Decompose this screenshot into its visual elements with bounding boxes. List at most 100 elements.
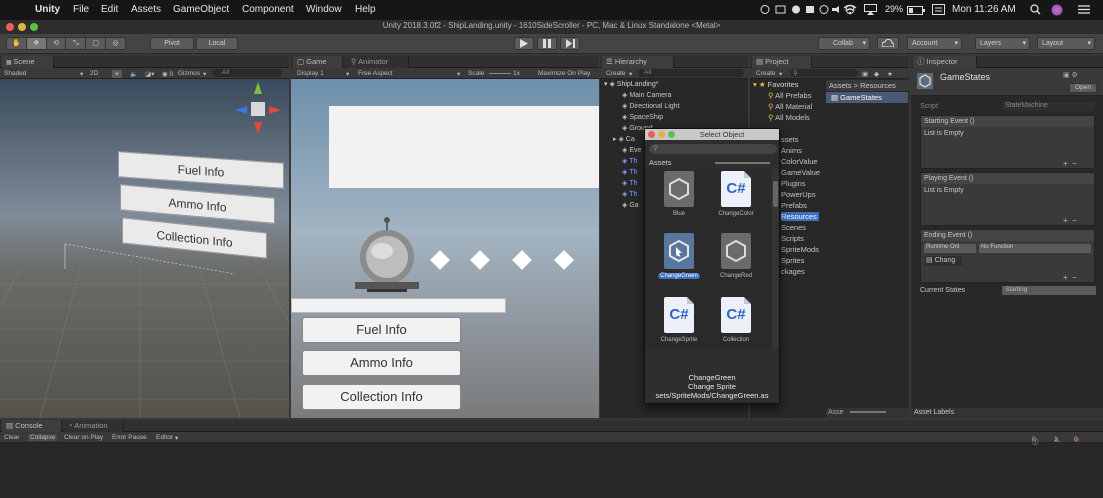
pivot-toggle[interactable]: Pivot [150, 37, 194, 50]
menu-app-name[interactable]: Unity [35, 4, 60, 15]
runtime-dropdown[interactable]: Runtime Onl [924, 244, 976, 253]
tab-animation[interactable]: ◔ Animation [64, 420, 124, 432]
console-clear-button[interactable]: Clear [4, 434, 20, 441]
tab-game[interactable]: ▢ Game [293, 56, 343, 68]
project-folder-selected[interactable]: Resources [781, 212, 819, 221]
asset-item-changered[interactable]: ChangeRed [711, 233, 761, 279]
dialog-search-input[interactable]: ⚲ [649, 144, 777, 154]
shading-mode-dropdown[interactable]: Shaded [4, 70, 26, 77]
console-editor-dropdown[interactable]: Editor [156, 434, 173, 441]
tab-inspector[interactable]: ⓘ Inspector [913, 56, 977, 68]
battery-icon[interactable] [907, 6, 925, 18]
assets-folder-header[interactable]: ssets [781, 135, 799, 144]
project-folder[interactable]: Plugins [781, 179, 806, 188]
open-button[interactable]: Open [1069, 83, 1097, 93]
tab-hierarchy[interactable]: ☰ Hierarchy [602, 56, 674, 68]
hierarchy-row[interactable]: ◈ Directional Light [622, 102, 680, 110]
asset-labels-bar[interactable]: Asset Labels [911, 408, 1103, 418]
pause-button[interactable] [537, 37, 557, 50]
lighting-toggle-icon[interactable]: ☀ [112, 70, 122, 78]
project-folder[interactable]: Scenes [781, 223, 806, 232]
scene-viewport[interactable]: Fuel Info Ammo Info Collection Info [0, 79, 289, 418]
project-search-input[interactable]: ⚲ [790, 69, 858, 77]
current-states-dropdown[interactable]: Starting [1002, 286, 1096, 295]
scene-expand-icon[interactable]: ▾ ◈ [604, 81, 617, 88]
menubar-list-icon[interactable] [932, 4, 945, 18]
starting-event-add-remove[interactable]: + − [1063, 159, 1077, 168]
hierarchy-row[interactable]: ◈ SpaceShip [622, 113, 663, 121]
gizmos-dropdown[interactable]: Gizmos [178, 70, 200, 77]
breadcrumb-resources[interactable]: Resources [860, 81, 896, 90]
project-folder[interactable]: Sprites [781, 256, 804, 265]
hierarchy-create-dropdown[interactable]: Create [606, 70, 626, 77]
rect-tool-icon[interactable]: ▢ [86, 38, 107, 49]
project-create-dropdown[interactable]: Create [756, 70, 776, 77]
dialog-section-assets[interactable]: Assets [649, 158, 672, 167]
search-by-type-icon[interactable]: ▣ [862, 70, 868, 78]
menu-gameobject[interactable]: GameObject [173, 4, 229, 15]
project-selected-asset[interactable]: ▤ GameStates [826, 92, 908, 103]
tab-project[interactable]: ▤ Project [752, 56, 812, 68]
aspect-dropdown[interactable]: Free Aspect [358, 70, 393, 77]
hand-tool-icon[interactable]: ✋ [7, 38, 27, 49]
2d-toggle[interactable]: 2D [90, 70, 98, 77]
menu-assets[interactable]: Assets [131, 4, 161, 15]
scene-search-input[interactable]: All [212, 69, 282, 77]
transform-tool-icon[interactable]: ◎ [106, 38, 125, 49]
favorite-item[interactable]: ⚲ All Material [768, 102, 812, 111]
hierarchy-row[interactable]: ◈ Th [622, 157, 637, 165]
game-fuel-info-button[interactable]: Fuel Info [302, 317, 461, 343]
menu-component[interactable]: Component [242, 4, 294, 15]
inspector-settings-icon[interactable]: ▣ ⚙ [1063, 71, 1078, 79]
hierarchy-row[interactable]: ◈ Main Camera [622, 91, 671, 99]
asset-item-changecolor[interactable]: C# ChangeColor [711, 171, 761, 217]
shading-chevron-icon[interactable]: ▾ [80, 70, 83, 78]
audio-toggle-icon[interactable]: 🔈 [130, 70, 138, 78]
game-viewport[interactable]: Fuel Info Ammo Info Collection Info [291, 79, 599, 418]
notification-center-icon[interactable] [1078, 4, 1090, 18]
hierarchy-row[interactable]: ◈ Ga [622, 201, 639, 209]
step-button[interactable] [560, 37, 580, 50]
tab-scene[interactable]: ▦ Scene [2, 56, 54, 68]
dialog-zoom-button[interactable] [668, 131, 675, 138]
spotlight-search-icon[interactable] [1030, 4, 1041, 18]
project-folder[interactable]: Anims [781, 146, 802, 155]
scale-tool-icon[interactable]: ⤡ [66, 38, 87, 49]
asset-item-blue[interactable]: Blue [654, 171, 704, 217]
project-folder[interactable]: PowerUps [781, 190, 816, 199]
cloud-button[interactable] [877, 37, 899, 50]
breadcrumb-assets[interactable]: Assets [829, 81, 852, 90]
dialog-scroll-thumb[interactable] [773, 181, 778, 207]
project-folder[interactable]: ckages [781, 267, 805, 276]
console-collapse-toggle[interactable]: Collapse [28, 434, 58, 441]
account-dropdown[interactable]: Account [907, 37, 962, 50]
game-collection-info-button[interactable]: Collection Info [302, 384, 461, 410]
menu-help[interactable]: Help [355, 4, 376, 15]
project-folder[interactable]: SpriteMods [781, 245, 819, 254]
asset-item-collection[interactable]: C# Collection [711, 297, 761, 343]
hierarchy-row[interactable]: ◈ Th [622, 168, 637, 176]
hierarchy-scene-root[interactable]: ▾ ◈ ShipLanding* [604, 80, 658, 88]
dialog-minimize-button[interactable] [658, 131, 665, 138]
ending-event-add-remove[interactable]: + − [1063, 273, 1077, 282]
rotate-tool-icon[interactable]: ⟲ [47, 38, 67, 49]
menubar-clock[interactable]: Mon 11:26 AM [952, 4, 1016, 15]
tab-animator[interactable]: ⚲ Animator [347, 56, 409, 68]
dialog-zoom-slider[interactable] [715, 162, 770, 164]
script-field-value[interactable]: StateMachine [1003, 102, 1095, 111]
menu-file[interactable]: File [73, 4, 89, 15]
hierarchy-create-chevron-icon[interactable]: ▾ [629, 70, 632, 78]
play-button[interactable] [514, 37, 534, 50]
gizmos-chevron-icon[interactable]: ▾ [203, 70, 206, 78]
project-folder[interactable]: Scripts [781, 234, 804, 243]
hierarchy-row[interactable]: ◈ Th [622, 179, 637, 187]
scale-slider[interactable] [489, 73, 511, 74]
siri-icon[interactable] [1051, 4, 1063, 19]
favorites-header[interactable]: ▾ ★ Favorites [753, 80, 799, 89]
menu-edit[interactable]: Edit [101, 4, 118, 15]
project-zoom-slider[interactable] [849, 411, 886, 414]
asset-item-changegreen-selected[interactable]: ChangeGreen [654, 233, 704, 279]
project-folder[interactable]: Prefabs [781, 201, 807, 210]
console-editor-chevron-icon[interactable]: ▾ [175, 434, 178, 442]
wifi-icon[interactable] [843, 4, 857, 18]
